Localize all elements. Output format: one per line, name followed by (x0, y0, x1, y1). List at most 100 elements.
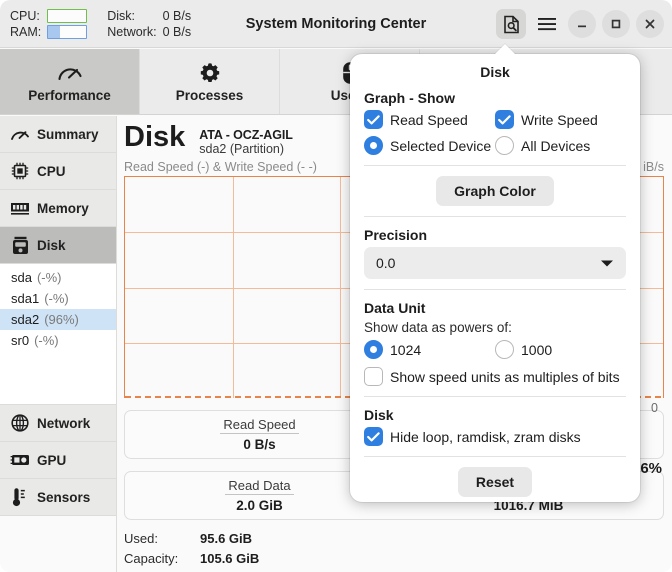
divider (364, 456, 626, 457)
list-item[interactable]: sda2 (96%) (0, 309, 116, 330)
minimize-button[interactable] (568, 10, 596, 38)
gear-icon (198, 61, 222, 85)
read-speed-label: Read Speed (220, 417, 299, 434)
used-label: Used: (124, 531, 158, 546)
write-speed-checkbox[interactable]: Write Speed (495, 110, 626, 129)
unit-1000-radio[interactable]: 1000 (495, 340, 626, 359)
hide-loop-option-label: Hide loop, ramdisk, zram disks (390, 428, 581, 445)
speedometer-icon (10, 127, 30, 141)
data-unit-sublabel: Show data as powers of: (364, 320, 512, 335)
device-info: ATA - OCZ-AGIL sda2 (Partition) (199, 122, 293, 156)
graph-unit-label: iB/s (643, 160, 664, 174)
sidebar-item-label: Sensors (37, 489, 91, 505)
sidebar-item-label: CPU (37, 163, 66, 179)
divider (364, 165, 626, 166)
disk-rate-label: Disk: (107, 8, 136, 23)
resource-meters: CPU: Disk: 0 B/s RAM: Network: 0 B/s (0, 8, 192, 39)
app-window: CPU: Disk: 0 B/s RAM: Network: 0 B/s Sys… (0, 0, 672, 572)
unit-1000-label: 1000 (521, 341, 553, 358)
tab-processes[interactable]: Processes (140, 49, 280, 114)
divider (364, 216, 626, 217)
popover-arrow (494, 44, 516, 55)
device-usage: (-%) (44, 291, 69, 306)
graph-color-button[interactable]: Graph Color (436, 176, 554, 206)
memory-stick-icon (10, 201, 30, 216)
write-speed-option-label: Write Speed (521, 111, 598, 128)
menu-button[interactable] (532, 9, 562, 39)
report-button[interactable] (496, 9, 526, 39)
network-rate-label: Network: (107, 24, 157, 39)
device-name: sr0 (11, 333, 30, 348)
device-usage: (96%) (44, 312, 79, 327)
sidebar-item-disk[interactable]: Disk (0, 227, 116, 264)
hard-disk-icon (10, 236, 30, 255)
ram-meter-label: RAM: (10, 24, 42, 39)
precision-heading: Precision (364, 227, 428, 243)
divider (364, 396, 626, 397)
close-icon (644, 18, 656, 30)
detail-row-used: Used: 95.6 GiB (124, 529, 664, 549)
sidebar-item-gpu[interactable]: GPU (0, 442, 116, 479)
device-name: sda2 (11, 312, 40, 327)
list-item[interactable]: sda1 (-%) (0, 288, 116, 309)
sidebar: Summary CPU Memory Disk sda (-%) sda1 (-… (0, 116, 117, 572)
selected-device-radio[interactable]: Selected Device (364, 136, 495, 155)
list-item[interactable]: sr0 (-%) (0, 330, 116, 351)
detail-row-capacity: Capacity: 105.6 GiB (124, 549, 664, 569)
tab-performance[interactable]: Performance (0, 49, 140, 114)
sidebar-spacer (0, 355, 116, 405)
disk-rate-value: 0 B/s (162, 8, 192, 23)
used-value: 95.6 GiB (200, 531, 253, 546)
unit-1024-label: 1024 (390, 341, 422, 358)
chevron-down-icon (600, 255, 614, 271)
popover-title: Disk (480, 64, 510, 80)
checkbox-checked-icon (495, 110, 514, 129)
reset-button[interactable]: Reset (457, 467, 533, 497)
precision-value: 0.0 (376, 255, 396, 271)
device-name: sda (11, 270, 32, 285)
graph-show-heading: Graph - Show (364, 90, 455, 106)
all-devices-radio[interactable]: All Devices (495, 136, 626, 155)
device-usage: (-%) (34, 333, 59, 348)
list-item[interactable]: sda (-%) (0, 267, 116, 288)
precision-select[interactable]: 0.0 (364, 247, 626, 279)
bits-checkbox[interactable]: Show speed units as multiples of bits (364, 367, 626, 386)
sidebar-item-sensors[interactable]: Sensors (0, 479, 116, 516)
titlebar-buttons (496, 0, 664, 48)
selected-device-option-label: Selected Device (390, 137, 492, 154)
read-data-value: 2.0 GiB (236, 498, 283, 513)
cpu-meter-label: CPU: (10, 8, 40, 23)
hide-loop-checkbox[interactable]: Hide loop, ramdisk, zram disks (364, 427, 626, 446)
checkbox-checked-icon (364, 110, 383, 129)
device-usage: (-%) (36, 270, 62, 285)
bits-option-label: Show speed units as multiples of bits (390, 368, 620, 385)
radio-selected-icon (364, 136, 383, 155)
divider (364, 289, 626, 290)
usage-percent-badge: 6% (640, 460, 662, 477)
sidebar-item-network[interactable]: Network (0, 405, 116, 442)
disk-device-list: sda (-%) sda1 (-%) sda2 (96%) sr0 (-%) (0, 264, 116, 355)
network-rate-value: 0 B/s (162, 24, 192, 39)
radio-selected-icon (364, 340, 383, 359)
disk-section-heading: Disk (364, 407, 394, 423)
gpu-card-icon (10, 453, 30, 467)
data-unit-options: 1024 1000 (364, 340, 626, 359)
read-speed-checkbox[interactable]: Read Speed (364, 110, 495, 129)
close-button[interactable] (636, 10, 664, 38)
unit-1024-radio[interactable]: 1024 (364, 340, 495, 359)
maximize-icon (610, 18, 622, 30)
capacity-value: 105.6 GiB (200, 551, 260, 566)
radio-unselected-icon (495, 340, 514, 359)
sidebar-item-label: GPU (37, 452, 67, 468)
read-speed-option-label: Read Speed (390, 111, 468, 128)
device-model: ATA - OCZ-AGIL (199, 128, 293, 142)
sidebar-item-memory[interactable]: Memory (0, 190, 116, 227)
sidebar-item-summary[interactable]: Summary (0, 116, 116, 153)
data-unit-heading: Data Unit (364, 300, 426, 316)
read-data-label: Read Data (225, 478, 294, 495)
maximize-button[interactable] (602, 10, 630, 38)
minimize-icon (576, 18, 588, 30)
device-subtitle: sda2 (Partition) (199, 142, 285, 156)
sidebar-item-cpu[interactable]: CPU (0, 153, 116, 190)
cpu-meter-bar (47, 8, 88, 23)
